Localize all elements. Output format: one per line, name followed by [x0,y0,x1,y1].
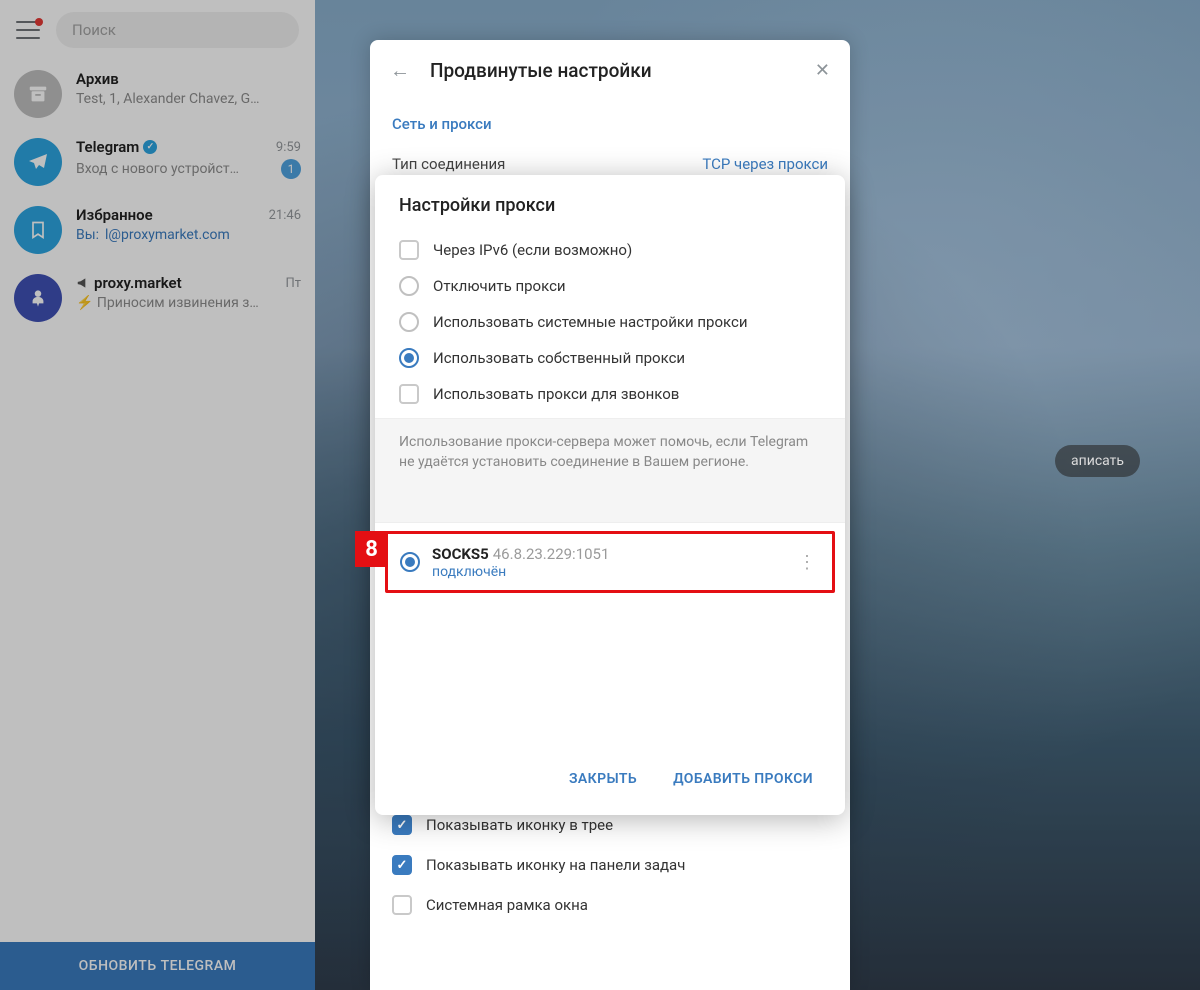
unread-badge: 1 [281,159,301,179]
chat-time: 21:46 [269,208,301,223]
proxy-settings-dialog: Настройки прокси Через IPv6 (если возмож… [375,175,845,815]
chat-message: Вход с нового устройст… 1 [76,159,301,179]
chat-time: Пт [285,276,301,291]
option-ipv6[interactable]: Через IPv6 (если возможно) [399,232,821,268]
menu-button[interactable] [16,21,40,39]
add-proxy-button[interactable]: ДОБАВИТЬ ПРОКСИ [659,761,827,797]
taskbar-icon-option[interactable]: Показывать иконку на панели задач [370,845,850,885]
dialog-title: Настройки прокси [375,175,845,232]
chat-message: Вы: l@proxymarket.com [76,227,301,243]
checkbox-icon [392,855,412,875]
verified-icon [143,140,157,154]
chat-item-telegram[interactable]: Telegram 9:59 Вход с нового устройст… 1 [0,128,315,196]
close-button[interactable]: ✕ [815,60,830,81]
option-label: Системная рамка окна [426,896,588,914]
radio-icon [399,276,419,296]
chat-list: Архив Test, 1, Alexander Chavez, G… Tele… [0,60,315,942]
section-label-network: Сеть и прокси [370,101,850,143]
option-label: Показывать иконку в трее [426,816,613,834]
option-proxy-calls[interactable]: Использовать прокси для звонков [399,376,821,412]
proxy-status: подключён [432,564,782,580]
update-telegram-button[interactable]: ОБНОВИТЬ TELEGRAM [0,942,315,990]
chat-name: Telegram [76,138,157,156]
proxy-options: Через IPv6 (если возможно) Отключить про… [375,232,845,418]
notification-dot [35,18,43,26]
checkbox-icon [399,384,419,404]
option-label: Через IPv6 (если возможно) [433,241,632,259]
chat-time: 9:59 [276,140,301,155]
checkbox-icon [399,240,419,260]
proxy-help-text: Использование прокси-сервера может помоч… [375,418,845,523]
option-system-proxy[interactable]: Использовать системные настройки прокси [399,304,821,340]
back-button[interactable]: ← [390,58,410,83]
proxy-protocol: SOCKS5 [432,545,489,563]
system-frame-option[interactable]: Системная рамка окна [370,885,850,925]
chat-message: Test, 1, Alexander Chavez, G… [76,91,301,107]
option-disable-proxy[interactable]: Отключить прокси [399,268,821,304]
option-label: Использовать собственный прокси [433,349,685,367]
proxy-address: 46.8.23.229:1051 [493,545,610,563]
proxy-info: SOCKS5 46.8.23.229:1051 подключён [432,544,782,580]
megaphone-icon [76,276,90,290]
radio-icon [399,348,419,368]
chat-message: ⚡ Приносим извинения з… [76,295,301,311]
option-label: Использовать системные настройки прокси [433,313,748,331]
radio-icon [400,552,420,572]
chat-name: Избранное [76,206,153,224]
proxy-list: 8 SOCKS5 46.8.23.229:1051 подключён ⋮ [375,523,845,601]
panel-title: Продвинутые настройки [430,59,795,82]
checkbox-icon [392,895,412,915]
row-value: TCP через прокси [702,155,828,173]
option-label: Использовать прокси для звонков [433,385,679,403]
option-label: Отключить прокси [433,277,566,295]
chat-item-saved[interactable]: Избранное 21:46 Вы: l@proxymarket.com [0,196,315,264]
chat-item-archive[interactable]: Архив Test, 1, Alexander Chavez, G… [0,60,315,128]
row-label: Тип соединения [392,155,505,173]
chat-item-proxy-market[interactable]: proxy.market Пт ⚡ Приносим извинения з… [0,264,315,332]
chat-name: Архив [76,70,119,88]
close-button[interactable]: ЗАКРЫТЬ [555,761,651,797]
proxy-entry[interactable]: 8 SOCKS5 46.8.23.229:1051 подключён ⋮ [385,531,835,593]
write-button[interactable]: аписать [1055,445,1140,477]
sidebar: Поиск Архив Test, 1, Alexander Chavez, G… [0,0,315,990]
search-input[interactable]: Поиск [56,12,299,48]
archive-icon [14,70,62,118]
chat-name: proxy.market [76,274,182,292]
sidebar-header: Поиск [0,0,315,60]
bookmark-icon [14,206,62,254]
telegram-icon [14,138,62,186]
more-icon[interactable]: ⋮ [794,552,820,573]
step-badge: 8 [355,531,388,567]
option-custom-proxy[interactable]: Использовать собственный прокси [399,340,821,376]
channel-avatar [14,274,62,322]
checkbox-icon [392,815,412,835]
radio-icon [399,312,419,332]
option-label: Показывать иконку на панели задач [426,856,685,874]
dialog-actions: ЗАКРЫТЬ ДОБАВИТЬ ПРОКСИ [375,747,845,815]
